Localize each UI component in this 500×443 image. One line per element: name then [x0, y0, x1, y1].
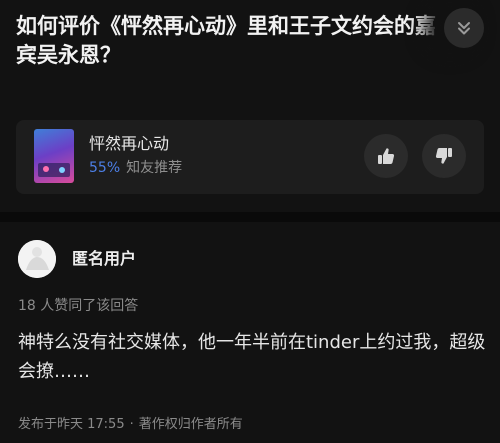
section-divider: [0, 212, 500, 222]
answer-body[interactable]: 神特么没有社交媒体，他一年半前在tinder上约过我，超级会撩……: [18, 328, 486, 386]
recommend-percent: 55%: [89, 160, 121, 176]
copyright-notice: 著作权归作者所有: [138, 417, 243, 432]
show-card[interactable]: 怦然再心动 55% 知友推荐: [16, 120, 484, 194]
thumbs-down-icon: [435, 148, 452, 164]
double-chevron-down-icon: [458, 22, 470, 35]
meta-separator: ·: [129, 417, 134, 432]
anonymous-avatar-icon: [18, 240, 56, 278]
thumbs-down-button[interactable]: [422, 134, 466, 178]
answer-meta: 发布于昨天 17:55 · 著作权归作者所有: [18, 416, 243, 434]
question-title[interactable]: 如何评价《怦然再心动》里和王子文约会的嘉宾吴永恩？: [16, 12, 452, 74]
show-poster[interactable]: [34, 129, 74, 183]
author-name[interactable]: 匿名用户: [72, 248, 136, 270]
avatar[interactable]: [18, 240, 56, 278]
thumbs-up-button[interactable]: [364, 134, 408, 178]
show-name[interactable]: 怦然再心动: [89, 133, 169, 155]
collapse-button[interactable]: [444, 8, 484, 48]
answer-page: 如何评价《怦然再心动》里和王子文约会的嘉宾吴永恩？ 怦然再心动 55% 知友推荐: [0, 0, 500, 443]
recommend-label: 知友推荐: [126, 160, 183, 176]
posted-time: 发布于昨天 17:55: [18, 417, 125, 432]
show-recommend-line: 55% 知友推荐: [89, 158, 182, 178]
show-poster-art: [38, 163, 70, 177]
thumbs-up-icon: [378, 148, 395, 164]
likes-count: 18 人赞同了该回答: [18, 298, 139, 314]
